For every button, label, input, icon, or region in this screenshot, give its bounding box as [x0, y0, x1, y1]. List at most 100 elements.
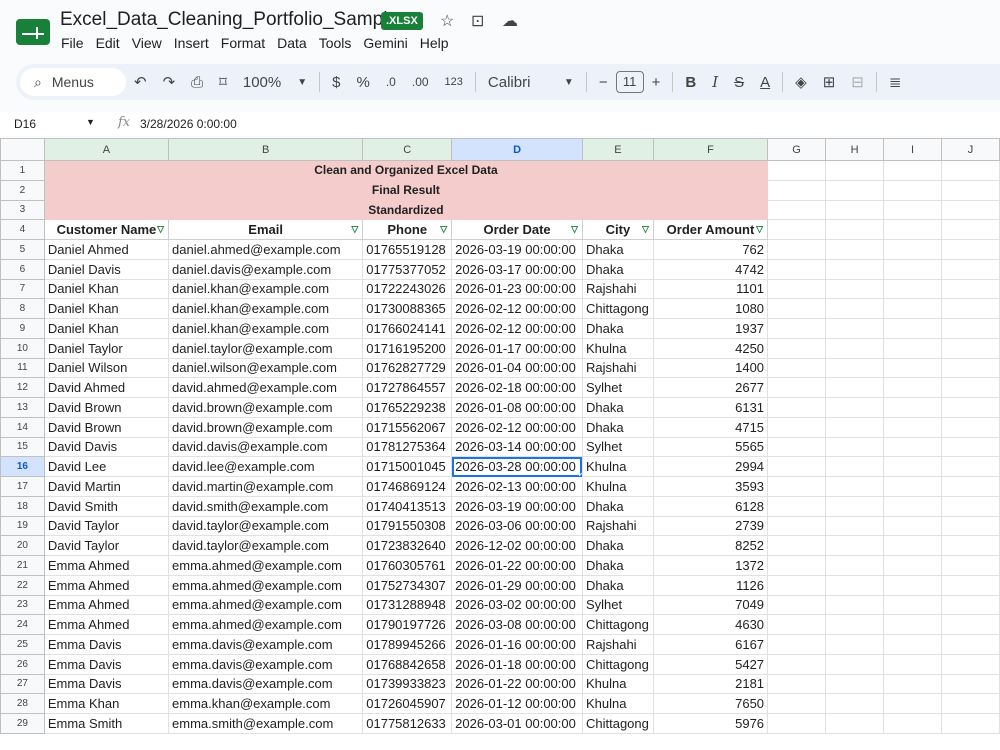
cell-email[interactable]: daniel.taylor@example.com	[168, 337, 364, 359]
row-header[interactable]: 8	[0, 298, 45, 319]
increase-decimal-button[interactable]: .00	[404, 75, 437, 89]
cell[interactable]	[940, 713, 1000, 734]
cell-order-date[interactable]: 2026-01-12 00:00:00	[451, 693, 583, 714]
row-header[interactable]: 16	[0, 456, 45, 477]
cell[interactable]	[940, 693, 1000, 714]
cell[interactable]	[767, 495, 827, 517]
cell-customer-name[interactable]: David Taylor	[43, 515, 170, 537]
cell[interactable]	[767, 318, 827, 339]
header-order-amount[interactable]: Order Amount ▽	[652, 219, 769, 240]
cell[interactable]	[883, 179, 942, 201]
cell-city[interactable]: Dhaka	[581, 239, 654, 260]
cell-email[interactable]: daniel.davis@example.com	[168, 258, 364, 280]
cell[interactable]	[825, 199, 885, 221]
menu-view[interactable]: View	[132, 35, 162, 51]
cell-order-amount[interactable]: 3593	[652, 476, 769, 497]
cell[interactable]	[940, 397, 1000, 418]
cell[interactable]	[883, 693, 942, 714]
cell[interactable]	[883, 713, 942, 734]
cell-customer-name[interactable]: Daniel Ahmed	[43, 239, 170, 260]
cell-city[interactable]: Khulna	[581, 693, 654, 714]
cell[interactable]	[767, 476, 827, 497]
row-header[interactable]: 2	[0, 179, 45, 201]
row-header[interactable]: 6	[0, 258, 45, 280]
cell-phone[interactable]: 01716195200	[362, 337, 453, 359]
cell-phone[interactable]: 01722243026	[362, 278, 453, 300]
cell[interactable]	[940, 298, 1000, 319]
cell[interactable]	[940, 258, 1000, 280]
cell[interactable]	[767, 160, 827, 181]
cell[interactable]	[940, 476, 1000, 497]
cell-customer-name[interactable]: Daniel Wilson	[43, 357, 170, 379]
cell-city[interactable]: Chittagong	[581, 713, 654, 734]
more-formats-button[interactable]: 123	[437, 76, 471, 88]
cell-order-date[interactable]: 2026-03-08 00:00:00	[451, 614, 583, 635]
formula-input[interactable]: 3/28/2026 0:00:00	[140, 117, 237, 131]
cell[interactable]	[767, 693, 827, 714]
cell[interactable]	[940, 495, 1000, 517]
cell-email[interactable]: emma.davis@example.com	[168, 634, 364, 655]
cell[interactable]	[940, 179, 1000, 201]
cell-customer-name[interactable]: David Davis	[43, 436, 170, 458]
cell[interactable]	[767, 594, 827, 616]
cell[interactable]	[940, 199, 1000, 221]
cell-city[interactable]: Dhaka	[581, 574, 654, 596]
cell-email[interactable]: emma.ahmed@example.com	[168, 574, 364, 596]
cell[interactable]	[767, 397, 827, 418]
row-header[interactable]: 17	[0, 476, 45, 497]
cell-phone[interactable]: 01775377052	[362, 258, 453, 280]
cell-city[interactable]: Khulna	[581, 476, 654, 497]
star-icon[interactable]: ☆	[440, 11, 454, 31]
cell[interactable]	[767, 377, 827, 398]
cell-order-amount[interactable]: 7650	[652, 693, 769, 714]
header-city[interactable]: City ▽	[581, 219, 654, 240]
cell-order-amount[interactable]: 4742	[652, 258, 769, 280]
currency-format-button[interactable]: $	[324, 74, 348, 91]
cell[interactable]	[940, 555, 1000, 576]
row-header[interactable]: 12	[0, 377, 45, 398]
cell-order-date[interactable]: 2026-01-18 00:00:00	[451, 653, 583, 675]
undo-icon[interactable]: ↶	[126, 73, 155, 91]
cell[interactable]	[883, 337, 942, 359]
cell-phone[interactable]: 01715562067	[362, 416, 453, 438]
cell[interactable]	[883, 239, 942, 260]
strikethrough-icon[interactable]: S	[726, 74, 752, 91]
cell[interactable]	[825, 673, 885, 695]
cell[interactable]	[825, 337, 885, 359]
cell[interactable]	[883, 456, 942, 477]
cell-email[interactable]: david.taylor@example.com	[168, 535, 364, 556]
cell[interactable]	[940, 219, 1000, 240]
cell[interactable]	[767, 436, 827, 458]
merge-cells-icon[interactable]: ⊟	[843, 73, 872, 91]
banner-title[interactable]: Clean and Organized Excel Data	[43, 160, 769, 181]
cell[interactable]	[825, 436, 885, 458]
cell[interactable]	[883, 673, 942, 695]
row-header[interactable]: 24	[0, 614, 45, 635]
menu-gemini[interactable]: Gemini	[363, 35, 407, 51]
row-header[interactable]: 4	[0, 219, 45, 240]
cell-email[interactable]: daniel.khan@example.com	[168, 318, 364, 339]
text-color-icon[interactable]: A	[752, 74, 778, 91]
cell[interactable]	[825, 357, 885, 379]
cell[interactable]	[825, 219, 885, 240]
cell-order-amount[interactable]: 2181	[652, 673, 769, 695]
cell[interactable]	[825, 416, 885, 438]
cell-order-amount[interactable]: 1372	[652, 555, 769, 576]
cell[interactable]	[940, 416, 1000, 438]
cell-customer-name[interactable]: Daniel Khan	[43, 278, 170, 300]
cell[interactable]	[883, 199, 942, 221]
cell-phone[interactable]: 01790197726	[362, 614, 453, 635]
cell-phone[interactable]: 01789945266	[362, 634, 453, 655]
cell-email[interactable]: david.davis@example.com	[168, 436, 364, 458]
cell-email[interactable]: daniel.khan@example.com	[168, 278, 364, 300]
cell-order-date[interactable]: 2026-03-02 00:00:00	[451, 594, 583, 616]
bold-icon[interactable]: B	[677, 74, 704, 91]
cell-phone[interactable]: 01765519128	[362, 239, 453, 260]
cell-customer-name[interactable]: Emma Ahmed	[43, 614, 170, 635]
select-all-corner[interactable]	[0, 138, 45, 161]
cell-email[interactable]: daniel.ahmed@example.com	[168, 239, 364, 260]
cell-city[interactable]: Sylhet	[581, 436, 654, 458]
row-header[interactable]: 26	[0, 653, 45, 675]
cell[interactable]	[825, 258, 885, 280]
cell-order-amount[interactable]: 6167	[652, 634, 769, 655]
